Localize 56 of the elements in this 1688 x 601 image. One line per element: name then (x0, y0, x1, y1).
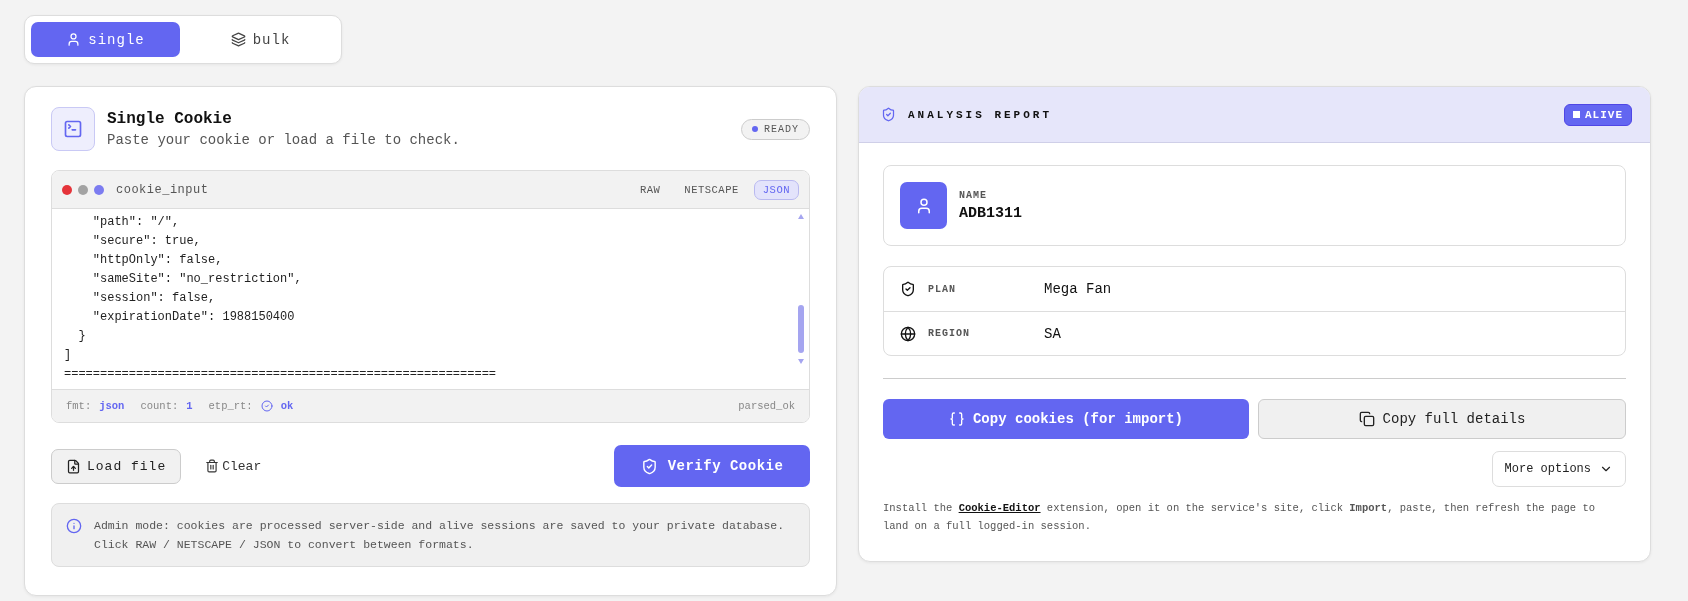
etp-label: etp_rt: (208, 400, 253, 412)
name-value: ADB1311 (959, 204, 1022, 222)
trash-icon (205, 459, 220, 473)
etp-value: ok (280, 400, 294, 412)
status-badge: READY (741, 118, 810, 140)
format-tab[interactable]: JSON (753, 179, 799, 200)
more-options-button[interactable]: More options (1491, 451, 1626, 487)
panel-title: Single Cookie (107, 110, 233, 128)
load-file-button[interactable]: Load file (51, 448, 182, 484)
shield-check-icon (900, 281, 916, 297)
name-label: NAME (959, 189, 988, 201)
clear-button[interactable]: Clear (199, 457, 268, 475)
fmt-value: json (99, 400, 125, 412)
code-line: ============================================================ (64, 366, 498, 383)
info-icon (66, 518, 82, 534)
field-value: Mega Fan (1044, 281, 1112, 297)
field-label: PLAN (928, 283, 957, 295)
shield-check-icon (640, 457, 658, 475)
code-line: "session": false, (91, 290, 217, 307)
code-line: "httpOnly": false, (91, 252, 224, 269)
info-text: Admin mode: cookies are processed server-side and alive sessions are saved to your private database. Click RAW / NETSCAPE / JSON to convert between formats. (94, 518, 786, 553)
count-value: 1 (186, 400, 193, 412)
panel-subtitle: Paste your cookie or load a file to check. (107, 132, 460, 148)
verify-cookie-button[interactable]: Verify Cookie (614, 445, 810, 487)
editor-filename: cookie_input (116, 182, 209, 197)
field-value: SA (1044, 325, 1061, 342)
code-line: "sameSite": "no_restriction", (91, 271, 303, 288)
mode-tab[interactable]: single (31, 22, 180, 57)
copy-details-button[interactable]: Copy full details (1258, 399, 1626, 439)
check-circle-icon (260, 400, 273, 412)
count-label: count: (140, 400, 179, 412)
code-line: ] (64, 347, 73, 364)
braces-icon (948, 411, 965, 427)
mode-tab[interactable]: bulk (186, 22, 335, 57)
copy-cookies-button[interactable]: Copy cookies (for import) (883, 399, 1249, 439)
copy-icon (1358, 411, 1375, 427)
globe-icon (900, 325, 916, 342)
code-line: "expirationDate": 1988150400 (91, 309, 296, 326)
parse-status: parsed_ok (738, 400, 795, 412)
file-upload-icon (66, 458, 81, 474)
format-tab[interactable]: NETSCAPE (675, 179, 748, 200)
terminal-icon (51, 107, 95, 151)
code-line: } (77, 328, 87, 345)
field-label: REGION (928, 328, 971, 339)
help-text: Install the Cookie-Editor extension, open it on the service's site, click Import, paste, then refresh the page to land on a full logged-in session. (883, 501, 1597, 534)
fmt-label: fmt: (66, 400, 92, 412)
layers-icon (230, 32, 246, 47)
alive-badge: ALIVE (1564, 103, 1632, 126)
shield-check-icon (881, 107, 896, 122)
code-line: "path": "/", (91, 214, 181, 231)
user-icon (66, 32, 82, 47)
format-tab[interactable]: RAW (630, 179, 670, 200)
cookie-editor-link[interactable]: Cookie-Editor (958, 502, 1041, 514)
report-title: ANALYSIS REPORT (908, 108, 1053, 121)
user-icon (900, 182, 947, 229)
code-line: "secure": true, (91, 233, 202, 250)
